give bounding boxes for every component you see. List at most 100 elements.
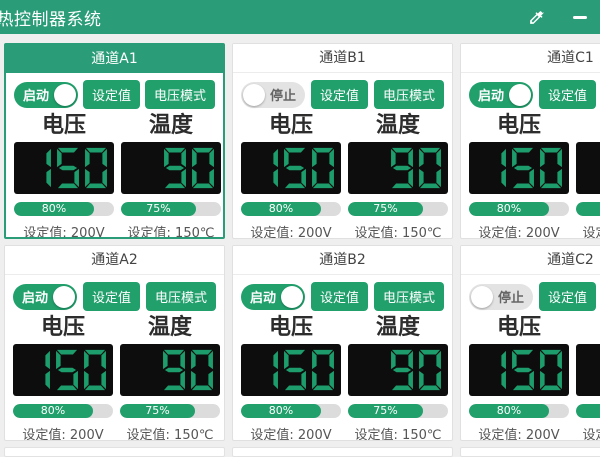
voltage-set-text: 设定值: 200V bbox=[250, 424, 331, 441]
power-toggle[interactable]: 启动 bbox=[14, 82, 78, 108]
temperature-progress: 75% bbox=[576, 202, 600, 216]
voltage-mode-button[interactable]: 电压模式 bbox=[374, 282, 444, 311]
gauge-columns: 电压 80% 设定值: 200V 温度 75% 设定值: 150℃ bbox=[13, 315, 216, 441]
temperature-column: 温度 75% 设定值: 150℃ bbox=[576, 315, 600, 441]
controls-row: 启动 设定值 电压模式 bbox=[13, 282, 216, 311]
voltage-mode-button[interactable]: 电压模式 bbox=[146, 282, 216, 311]
channel-header[interactable]: 通道A2 bbox=[5, 246, 224, 275]
seven-segment-digit bbox=[483, 147, 507, 189]
gauge-columns: 电压 80% 设定值: 200V 温度 75% 设定值: 150℃ bbox=[469, 315, 600, 441]
toggle-label: 启动 bbox=[22, 287, 48, 306]
partial-card-next-row bbox=[4, 447, 225, 457]
temperature-progress-label: 75% bbox=[145, 404, 169, 417]
temperature-set-text: 设定值: 150℃ bbox=[583, 222, 600, 239]
voltage-mode-button[interactable]: 电压模式 bbox=[145, 80, 215, 109]
channel-header[interactable]: 通道B1 bbox=[233, 44, 452, 73]
channel-card[interactable]: 通道A1 启动 设定值 电压模式 电压 80% 设定值: 200V bbox=[4, 43, 225, 239]
minimize-icon[interactable] bbox=[570, 7, 590, 27]
voltage-label: 电压 bbox=[497, 315, 541, 341]
power-toggle[interactable]: 启动 bbox=[469, 82, 533, 108]
toggle-knob[interactable] bbox=[281, 286, 303, 308]
temperature-progress-fill: 75% bbox=[348, 202, 423, 216]
seven-segment-digit bbox=[84, 147, 108, 189]
toggle-label: 停止 bbox=[498, 287, 524, 306]
channel-header[interactable]: 通道C1 bbox=[461, 44, 600, 73]
channel-grid: 通道A1 启动 设定值 电压模式 电压 80% 设定值: 200V bbox=[4, 43, 600, 457]
temperature-label: 温度 bbox=[148, 315, 192, 341]
voltage-set-text: 设定值: 200V bbox=[22, 424, 103, 441]
temperature-progress-fill: 75% bbox=[576, 404, 600, 418]
voltage-display bbox=[241, 344, 341, 396]
temperature-display bbox=[348, 142, 448, 194]
seven-segment-digit bbox=[511, 147, 535, 189]
voltage-progress: 80% bbox=[469, 404, 569, 418]
seven-segment-digit bbox=[283, 147, 307, 189]
set-value-button[interactable]: 设定值 bbox=[539, 282, 596, 311]
temperature-display bbox=[576, 344, 600, 396]
power-toggle[interactable]: 停止 bbox=[241, 82, 305, 108]
set-value-button[interactable]: 设定值 bbox=[539, 80, 596, 109]
power-toggle[interactable]: 启动 bbox=[13, 284, 77, 310]
channel-header[interactable]: 通道A1 bbox=[6, 45, 223, 73]
voltage-mode-button[interactable]: 电压模式 bbox=[374, 80, 444, 109]
temperature-set-text: 设定值: 150℃ bbox=[127, 424, 214, 441]
voltage-label: 电压 bbox=[42, 113, 86, 139]
voltage-display bbox=[14, 142, 114, 194]
temperature-progress-fill: 75% bbox=[576, 202, 600, 216]
channel-card[interactable]: 通道B1 停止 设定值 电压模式 电压 80% 设定值: 200V bbox=[232, 43, 453, 239]
channel-header[interactable]: 通道C2 bbox=[461, 246, 600, 275]
voltage-column: 电压 80% 设定值: 200V bbox=[241, 315, 341, 441]
toggle-label: 启动 bbox=[250, 287, 276, 306]
toggle-knob[interactable] bbox=[471, 286, 493, 308]
channel-card[interactable]: 通道B2 启动 设定值 电压模式 电压 80% 设定值: 200V bbox=[232, 245, 453, 441]
channel-body: 停止 设定值 电压模式 电压 80% 设定值: 200V 温度 bbox=[233, 73, 452, 239]
temperature-column: 温度 75% 设定值: 150℃ bbox=[120, 315, 220, 441]
set-value-button[interactable]: 设定值 bbox=[311, 80, 368, 109]
voltage-progress-label: 80% bbox=[269, 202, 293, 215]
temperature-display bbox=[348, 344, 448, 396]
toggle-label: 停止 bbox=[270, 85, 296, 104]
seven-segment-digit bbox=[163, 147, 187, 189]
temperature-label: 温度 bbox=[376, 315, 420, 341]
power-toggle[interactable]: 停止 bbox=[469, 284, 533, 310]
temperature-set-text: 设定值: 150℃ bbox=[128, 222, 215, 239]
temperature-progress: 75% bbox=[121, 202, 221, 216]
toggle-knob[interactable] bbox=[243, 84, 265, 106]
seven-segment-digit bbox=[511, 349, 535, 391]
set-value-button[interactable]: 设定值 bbox=[83, 282, 140, 311]
toggle-knob[interactable] bbox=[509, 84, 531, 106]
minimize-dash bbox=[573, 16, 587, 19]
temperature-set-text: 设定值: 150℃ bbox=[583, 424, 600, 441]
voltage-label: 电压 bbox=[497, 113, 541, 139]
seven-segment-digit bbox=[255, 147, 279, 189]
channel-card[interactable]: 通道A2 启动 设定值 电压模式 电压 80% 设定值: 200V bbox=[4, 245, 225, 441]
channel-body: 启动 设定值 电压模式 电压 80% 设定值: 200V 温度 bbox=[5, 275, 224, 441]
channel-card[interactable]: 通道C1 启动 设定值 电压模式 电压 80% 设定值: 200V bbox=[460, 43, 600, 239]
partial-card-next-row bbox=[232, 447, 453, 457]
temperature-progress: 75% bbox=[348, 404, 448, 418]
temperature-display bbox=[576, 142, 600, 194]
controls-row: 启动 设定值 电压模式 bbox=[241, 282, 444, 311]
temperature-column: 温度 75% 设定值: 150℃ bbox=[121, 113, 221, 239]
toggle-knob[interactable] bbox=[54, 84, 76, 106]
set-value-button[interactable]: 设定值 bbox=[83, 80, 140, 109]
channel-header[interactable]: 通道B2 bbox=[233, 246, 452, 275]
voltage-label: 电压 bbox=[269, 113, 313, 139]
controls-row: 停止 设定值 电压模式 bbox=[469, 282, 600, 311]
voltage-column: 电压 80% 设定值: 200V bbox=[241, 113, 341, 239]
power-toggle[interactable]: 启动 bbox=[241, 284, 305, 310]
header-toolbar bbox=[526, 7, 590, 27]
gauge-columns: 电压 80% 设定值: 200V 温度 75% 设定值: 150℃ bbox=[469, 113, 600, 239]
voltage-set-text: 设定值: 200V bbox=[23, 222, 104, 239]
temperature-progress: 75% bbox=[348, 202, 448, 216]
seven-segment-digit bbox=[55, 349, 79, 391]
voltage-display bbox=[241, 142, 341, 194]
voltage-progress: 80% bbox=[469, 202, 569, 216]
temperature-column: 温度 75% 设定值: 150℃ bbox=[348, 315, 448, 441]
eyedropper-icon[interactable] bbox=[526, 7, 546, 27]
channel-card[interactable]: 通道C2 停止 设定值 电压模式 电压 80% 设定值: 200V bbox=[460, 245, 600, 441]
voltage-progress-fill: 80% bbox=[14, 202, 94, 216]
set-value-button[interactable]: 设定值 bbox=[311, 282, 368, 311]
toggle-knob[interactable] bbox=[53, 286, 75, 308]
temperature-progress-label: 75% bbox=[146, 202, 170, 215]
